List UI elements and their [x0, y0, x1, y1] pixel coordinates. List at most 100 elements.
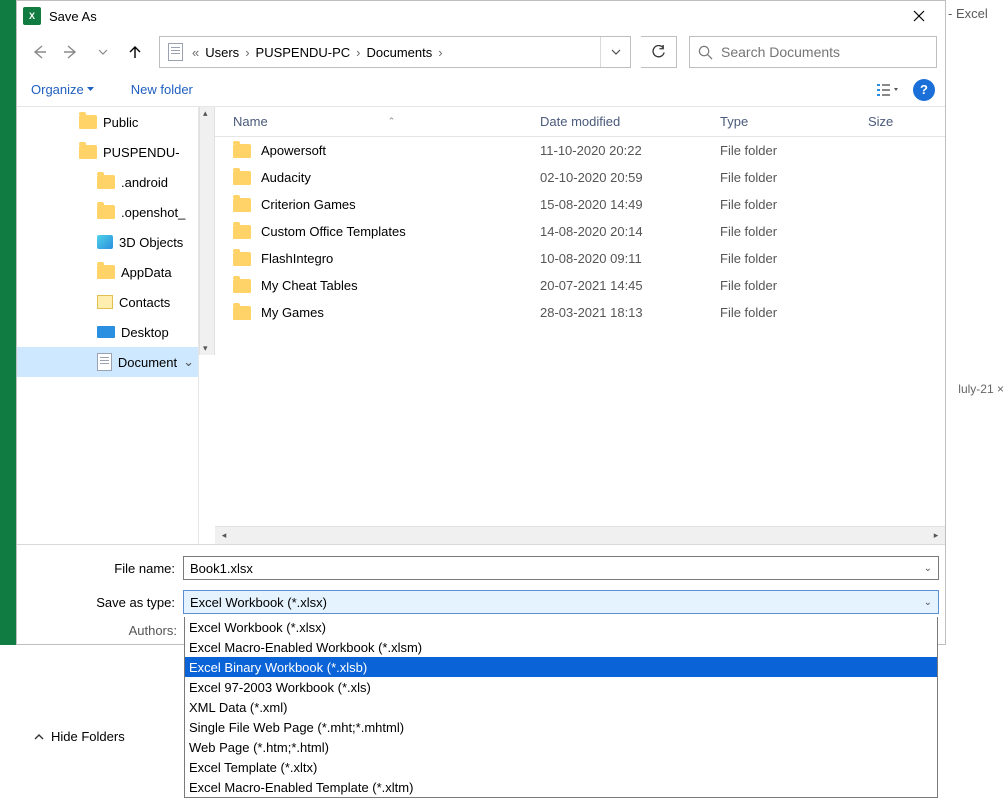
arrow-up-icon — [127, 44, 143, 60]
chevron-down-icon[interactable]: ⌄ — [924, 563, 932, 574]
dropdown-item[interactable]: Excel Template (*.xltx) — [185, 757, 937, 777]
table-row[interactable]: My Cheat Tables 20-07-2021 14:45 File fo… — [215, 272, 945, 299]
scroll-right[interactable]: ▸ — [927, 530, 945, 541]
3d-icon — [97, 235, 113, 249]
table-row[interactable]: Custom Office Templates 14-08-2020 20:14… — [215, 218, 945, 245]
dropdown-item[interactable]: Web Page (*.htm;*.html) — [185, 737, 937, 757]
table-row[interactable]: Criterion Games 15-08-2020 14:49 File fo… — [215, 191, 945, 218]
search-icon — [698, 45, 713, 60]
savetype-combo[interactable]: Excel Workbook (*.xlsx) ⌄ — [183, 590, 939, 614]
breadcrumb-sep[interactable]: › — [352, 45, 364, 60]
refresh-button[interactable] — [641, 36, 677, 68]
chevron-down-icon[interactable]: ⌄ — [924, 597, 932, 608]
dropdown-item[interactable]: Excel Workbook (*.xlsx) — [185, 617, 937, 637]
navigation-bar: « Users › PUSPENDU-PC › Documents › — [17, 31, 945, 73]
tree-item-label: 3D Objects — [119, 235, 183, 250]
dropdown-item[interactable]: Excel 97-2003 Workbook (*.xls) — [185, 677, 937, 697]
address-dropdown[interactable] — [600, 37, 630, 67]
row-date: 28-03-2021 18:13 — [540, 305, 720, 320]
authors-label: Authors: — [119, 623, 183, 638]
hide-folders-button[interactable]: Hide Folders — [33, 729, 125, 744]
address-bar[interactable]: « Users › PUSPENDU-PC › Documents › — [159, 36, 631, 68]
tree-item-label: Desktop — [121, 325, 169, 340]
tree-item[interactable]: 3D Objects — [17, 227, 198, 257]
sort-indicator: ⌃ — [388, 116, 396, 127]
excel-background-strip — [0, 0, 16, 645]
row-name: My Cheat Tables — [261, 278, 358, 293]
breadcrumb-sep[interactable]: › — [434, 45, 446, 60]
chevron-down-icon[interactable]: ⌄ — [183, 354, 194, 370]
breadcrumb-pc[interactable]: PUSPENDU-PC — [254, 40, 353, 65]
row-date: 20-07-2021 14:45 — [540, 278, 720, 293]
organize-menu[interactable]: Organize — [27, 78, 99, 101]
breadcrumb-users[interactable]: Users — [203, 40, 241, 65]
file-list: Name ⌃ Date modified Type Size Apowersoft… — [215, 107, 945, 544]
tree-item[interactable]: Public — [17, 107, 198, 137]
row-date: 11-10-2020 20:22 — [540, 143, 720, 158]
scroll-left[interactable]: ◂ — [215, 530, 233, 541]
explorer-body: Public PUSPENDU- .android.openshot_ 3D Obje… — [17, 107, 945, 544]
help-button[interactable]: ? — [913, 79, 935, 101]
table-row[interactable]: FlashIntegro 10-08-2020 09:11 File folde… — [215, 245, 945, 272]
savetype-dropdown[interactable]: Excel Workbook (*.xlsx)Excel Macro-Enabl… — [184, 617, 938, 798]
dropdown-item[interactable]: XML Data (*.xml) — [185, 697, 937, 717]
savetype-label: Save as type: — [23, 595, 183, 610]
dropdown-item[interactable]: Excel Binary Workbook (*.xlsb) — [185, 657, 937, 677]
recent-button[interactable] — [89, 38, 117, 66]
dropdown-item[interactable]: Single File Web Page (*.mht;*.mhtml) — [185, 717, 937, 737]
breadcrumb-overflow[interactable]: « — [188, 45, 203, 60]
tree-scrollbar[interactable] — [199, 107, 215, 355]
tree-item[interactable]: AppData — [17, 257, 198, 287]
view-options[interactable] — [873, 77, 903, 103]
filename-input[interactable]: Book1.xlsx ⌄ — [183, 556, 939, 580]
breadcrumb-sep[interactable]: › — [241, 45, 253, 60]
table-row[interactable]: My Games 28-03-2021 18:13 File folder — [215, 299, 945, 326]
tree-item[interactable]: .android — [17, 167, 198, 197]
forward-button[interactable] — [57, 38, 85, 66]
folder-icon — [233, 171, 251, 185]
titlebar[interactable]: Save As — [17, 1, 945, 31]
folder-icon — [233, 252, 251, 266]
filename-label: File name: — [23, 561, 183, 576]
tree-item[interactable]: .openshot_ — [17, 197, 198, 227]
chevron-down-icon — [610, 46, 622, 58]
tree-item[interactable]: PUSPENDU- — [17, 137, 198, 167]
col-name[interactable]: Name — [233, 114, 268, 129]
dropdown-item[interactable]: Excel Macro-Enabled Template (*.xltm) — [185, 777, 937, 797]
row-name: Criterion Games — [261, 197, 356, 212]
tree-item[interactable]: Contacts — [17, 287, 198, 317]
search-input[interactable] — [721, 44, 928, 60]
col-size[interactable]: Size — [868, 114, 945, 129]
search-box[interactable] — [689, 36, 937, 68]
table-row[interactable]: Apowersoft 11-10-2020 20:22 File folder — [215, 137, 945, 164]
folder-tree[interactable]: Public PUSPENDU- .android.openshot_ 3D Obje… — [17, 107, 199, 544]
col-type[interactable]: Type — [720, 114, 868, 129]
dropdown-item[interactable]: Excel Macro-Enabled Workbook (*.xlsm) — [185, 637, 937, 657]
chevron-down-icon — [97, 46, 109, 58]
column-headers[interactable]: Name ⌃ Date modified Type Size — [215, 107, 945, 137]
tree-item[interactable]: Document ⌄ — [17, 347, 198, 377]
table-row[interactable]: Audacity 02-10-2020 20:59 File folder — [215, 164, 945, 191]
tree-item-label: Document — [118, 355, 177, 370]
refresh-icon — [651, 45, 666, 60]
back-button[interactable] — [25, 38, 53, 66]
row-type: File folder — [720, 251, 868, 266]
tree-item-label: PUSPENDU- — [103, 145, 180, 160]
arrow-left-icon — [30, 43, 48, 61]
up-button[interactable] — [121, 38, 149, 66]
savetype-value: Excel Workbook (*.xlsx) — [190, 595, 327, 610]
desktop-icon — [97, 326, 115, 338]
horizontal-scrollbar[interactable]: ◂ ▸ — [215, 526, 945, 544]
row-date: 02-10-2020 20:59 — [540, 170, 720, 185]
tree-item-label: Public — [103, 115, 138, 130]
breadcrumb-documents[interactable]: Documents — [365, 40, 435, 65]
close-button[interactable] — [897, 2, 941, 30]
contacts-icon — [97, 295, 113, 309]
folder-icon — [97, 265, 115, 279]
row-type: File folder — [720, 143, 868, 158]
close-icon — [913, 10, 925, 22]
col-date[interactable]: Date modified — [540, 114, 720, 129]
new-folder-button[interactable]: New folder — [127, 78, 197, 101]
row-type: File folder — [720, 305, 868, 320]
tree-item[interactable]: Desktop — [17, 317, 198, 347]
